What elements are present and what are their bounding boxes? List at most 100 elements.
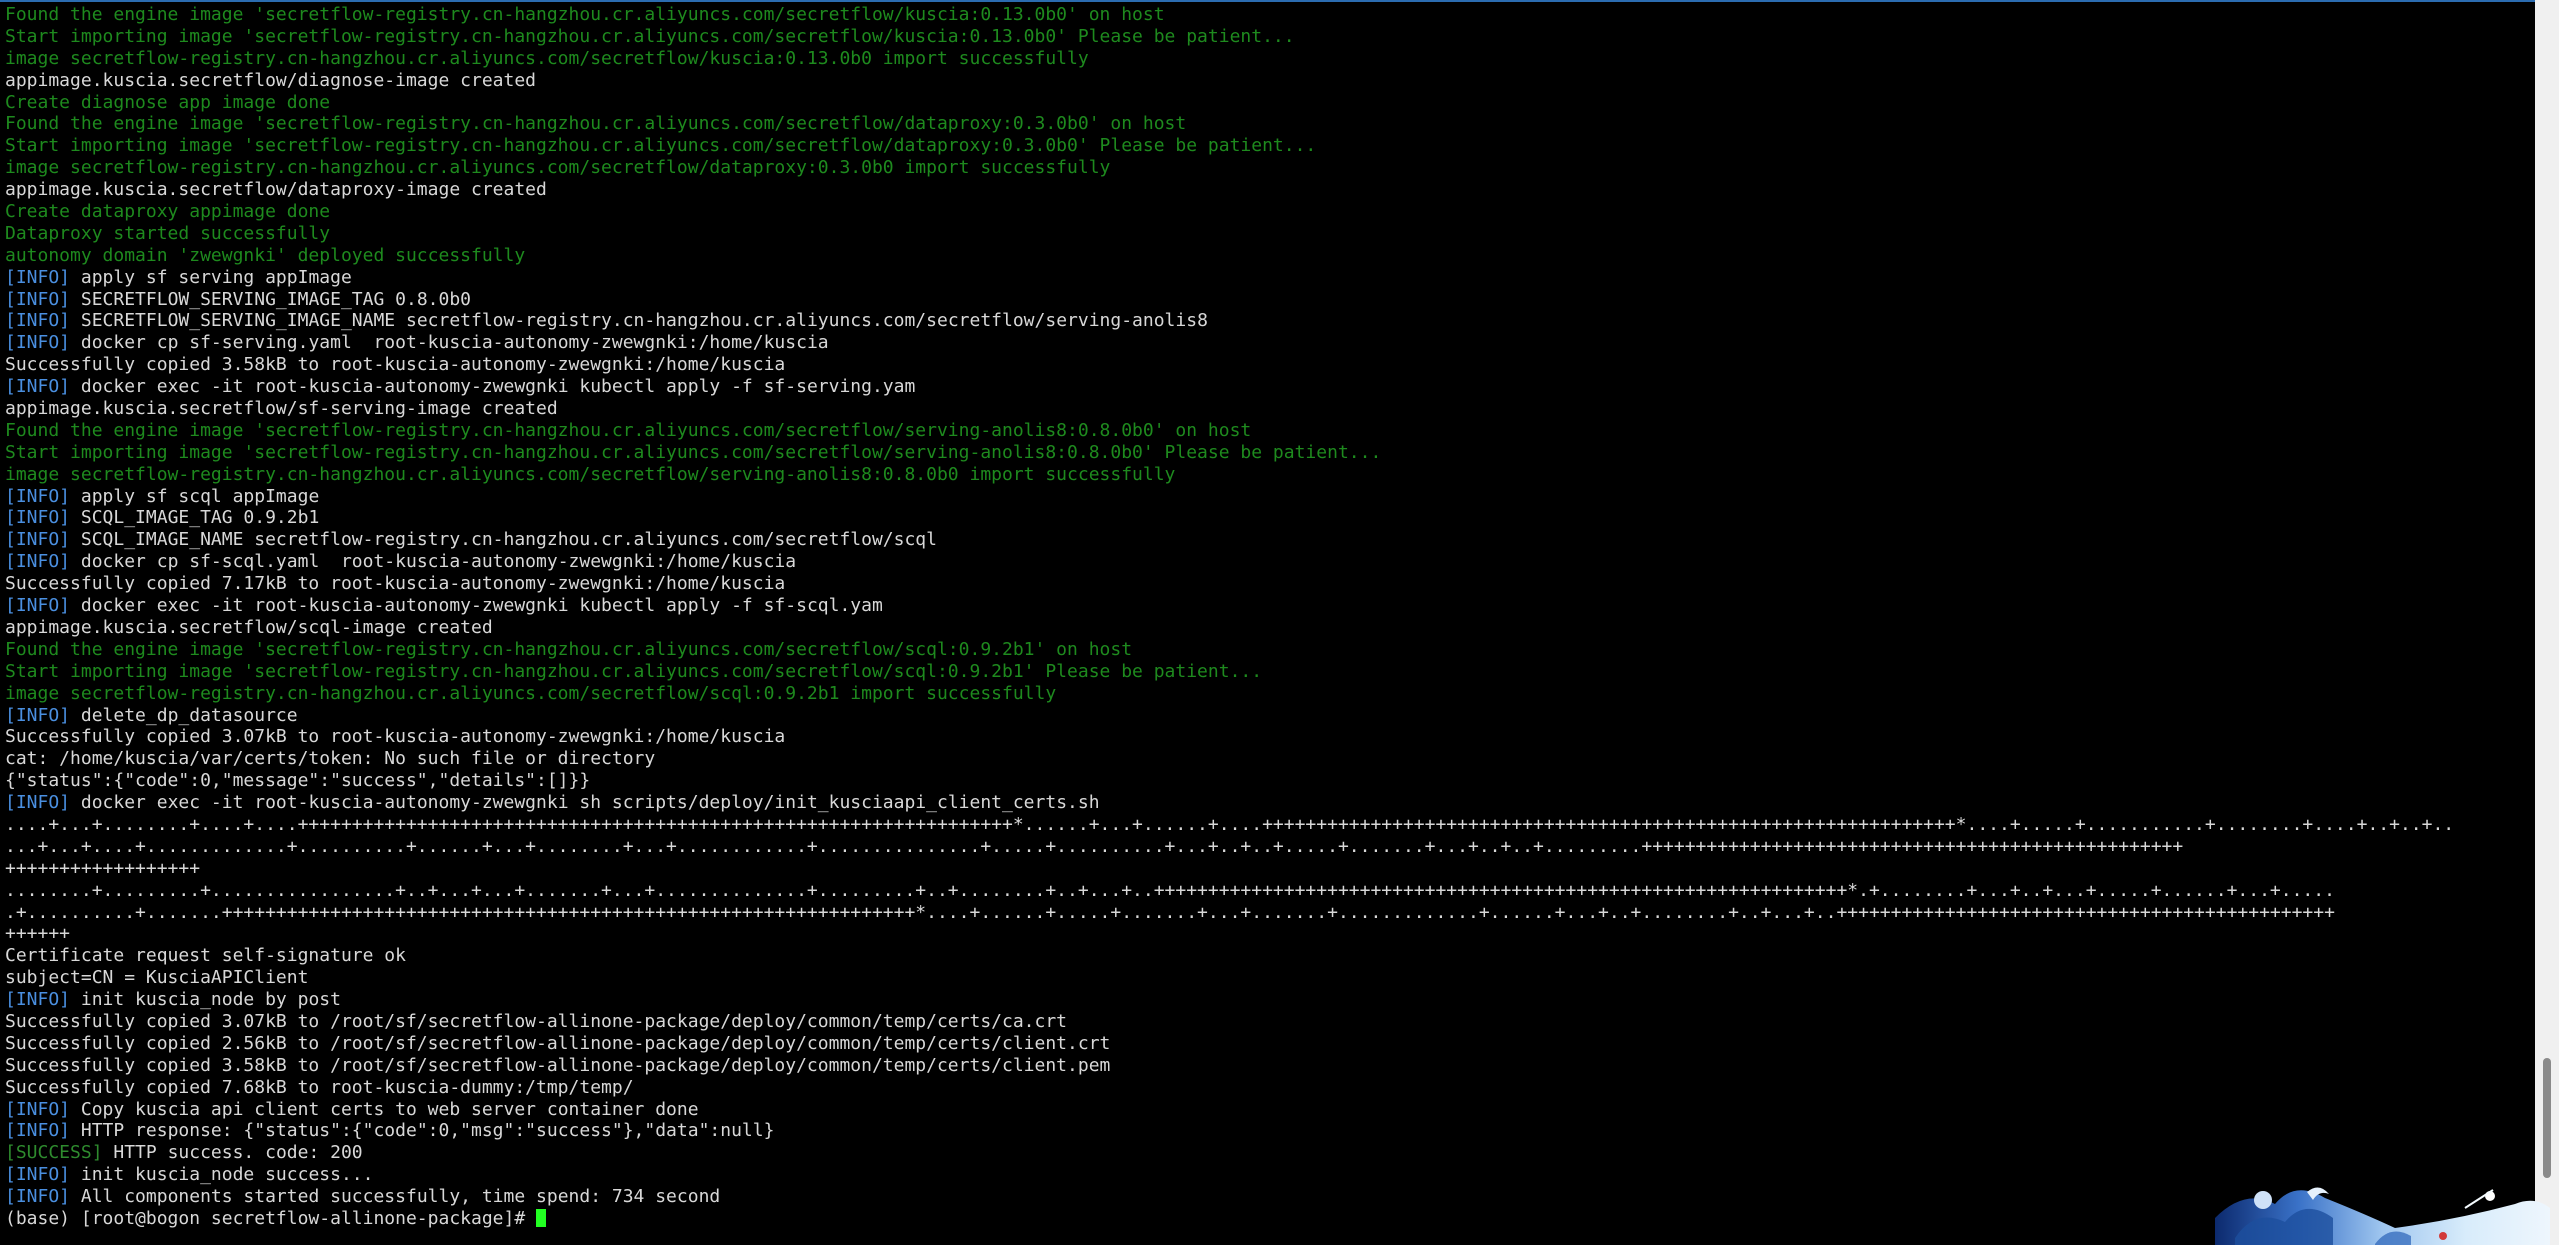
terminal-line: image secretflow-registry.cn-hangzhou.cr… bbox=[5, 48, 2530, 70]
line-text: .+..........+.......++++++++++++++++++++… bbox=[5, 901, 2335, 923]
terminal-line: [INFO] docker exec -it root-kuscia-auton… bbox=[5, 376, 2530, 398]
terminal-line: Successfully copied 7.68kB to root-kusci… bbox=[5, 1077, 2530, 1099]
terminal-line: image secretflow-registry.cn-hangzhou.cr… bbox=[5, 464, 2530, 486]
terminal-line: appimage.kuscia.secretflow/dataproxy-ima… bbox=[5, 179, 2530, 201]
line-text: image secretflow-registry.cn-hangzhou.cr… bbox=[5, 47, 1089, 69]
terminal-line: Found the engine image 'secretflow-regis… bbox=[5, 639, 2530, 661]
log-level-tag: [INFO] bbox=[5, 595, 71, 617]
line-text: Successfully copied 3.07kB to /root/sf/s… bbox=[5, 1010, 1068, 1032]
log-level-tag: [INFO] bbox=[5, 507, 71, 529]
log-level-tag: [SUCCESS] bbox=[5, 1142, 103, 1164]
scrollbar-thumb[interactable] bbox=[2543, 1058, 2551, 1178]
log-level-tag: [INFO] bbox=[5, 266, 71, 288]
line-text: Found the engine image 'secretflow-regis… bbox=[5, 419, 1252, 441]
line-text: Copy kuscia api client certs to web serv… bbox=[70, 1098, 699, 1120]
terminal-line: image secretflow-registry.cn-hangzhou.cr… bbox=[5, 683, 2530, 705]
terminal-line: Successfully copied 3.58kB to /root/sf/s… bbox=[5, 1055, 2530, 1077]
log-level-tag: [INFO] bbox=[5, 288, 71, 310]
line-text: ...+...+....+.............+..........+..… bbox=[5, 835, 2184, 857]
terminal-line: [INFO] delete_dp_datasource bbox=[5, 705, 2530, 727]
line-text: init kuscia_node success... bbox=[70, 1164, 374, 1186]
log-level-tag: [INFO] bbox=[5, 376, 71, 398]
line-text: apply sf scql appImage bbox=[70, 485, 320, 507]
terminal-line: ....+...+........+....+....+++++++++++++… bbox=[5, 814, 2530, 836]
line-text: Certificate request self-signature ok bbox=[5, 945, 406, 967]
terminal-line: ++++++++++++++++++ bbox=[5, 858, 2530, 880]
log-level-tag: [INFO] bbox=[5, 529, 71, 551]
terminal-line: [INFO] Copy kuscia api client certs to w… bbox=[5, 1099, 2530, 1121]
terminal-line: [INFO] apply sf scql appImage bbox=[5, 486, 2530, 508]
terminal-line: [INFO] SCQL_IMAGE_TAG 0.9.2b1 bbox=[5, 507, 2530, 529]
terminal-line: subject=CN = KusciaAPIClient bbox=[5, 967, 2530, 989]
vertical-scrollbar[interactable] bbox=[2535, 0, 2559, 1245]
log-level-tag: [INFO] bbox=[5, 989, 71, 1011]
line-text: Successfully copied 7.17kB to root-kusci… bbox=[5, 573, 786, 595]
line-text: All components started successfully, tim… bbox=[70, 1186, 721, 1208]
terminal-line: ...+...+....+.............+..........+..… bbox=[5, 836, 2530, 858]
terminal-line: ++++++ bbox=[5, 923, 2530, 945]
terminal-line: image secretflow-registry.cn-hangzhou.cr… bbox=[5, 157, 2530, 179]
log-level-tag: [INFO] bbox=[5, 1164, 71, 1186]
line-text: Start importing image 'secretflow-regist… bbox=[5, 25, 1295, 47]
line-text: apply sf serving appImage bbox=[70, 266, 352, 288]
line-text: SCQL_IMAGE_TAG 0.9.2b1 bbox=[70, 507, 320, 529]
line-text: image secretflow-registry.cn-hangzhou.cr… bbox=[5, 463, 1176, 485]
line-text: SECRETFLOW_SERVING_IMAGE_TAG 0.8.0b0 bbox=[70, 288, 471, 310]
line-text: Create diagnose app image done bbox=[5, 91, 331, 113]
terminal-line: [INFO] init kuscia_node by post bbox=[5, 989, 2530, 1011]
terminal-line: Found the engine image 'secretflow-regis… bbox=[5, 4, 2530, 26]
shell-prompt: (base) [root@bogon secretflow-allinone-p… bbox=[5, 1207, 537, 1229]
line-text: ........+.........+.................+..+… bbox=[5, 879, 2335, 901]
line-text: Found the engine image 'secretflow-regis… bbox=[5, 638, 1133, 660]
terminal-window[interactable]: Found the engine image 'secretflow-regis… bbox=[0, 0, 2535, 1245]
terminal-line: Successfully copied 3.07kB to /root/sf/s… bbox=[5, 1011, 2530, 1033]
terminal-line: Create diagnose app image done bbox=[5, 92, 2530, 114]
terminal-output: Found the engine image 'secretflow-regis… bbox=[5, 4, 2530, 1230]
log-level-tag: [INFO] bbox=[5, 310, 71, 332]
line-text: HTTP success. code: 200 bbox=[102, 1142, 363, 1164]
terminal-line: [INFO] docker exec -it root-kuscia-auton… bbox=[5, 595, 2530, 617]
terminal-line: ........+.........+.................+..+… bbox=[5, 880, 2530, 902]
log-level-tag: [INFO] bbox=[5, 551, 71, 573]
terminal-line: [INFO] HTTP response: {"status":{"code":… bbox=[5, 1120, 2530, 1142]
line-text: autonomy domain 'zwewgnki' deployed succ… bbox=[5, 244, 526, 266]
terminal-line: Dataproxy started successfully bbox=[5, 223, 2530, 245]
line-text: Start importing image 'secretflow-regist… bbox=[5, 135, 1317, 157]
terminal-line: [INFO] docker exec -it root-kuscia-auton… bbox=[5, 792, 2530, 814]
terminal-line: [INFO] All components started successful… bbox=[5, 1186, 2530, 1208]
line-text: Successfully copied 7.68kB to root-kusci… bbox=[5, 1076, 634, 1098]
line-text: Found the engine image 'secretflow-regis… bbox=[5, 4, 1165, 25]
line-text: Successfully copied 3.58kB to /root/sf/s… bbox=[5, 1054, 1111, 1076]
log-level-tag: [INFO] bbox=[5, 1120, 71, 1142]
log-level-tag: [INFO] bbox=[5, 792, 71, 814]
terminal-line: [INFO] SECRETFLOW_SERVING_IMAGE_TAG 0.8.… bbox=[5, 289, 2530, 311]
line-text: cat: /home/kuscia/var/certs/token: No su… bbox=[5, 748, 656, 770]
line-text: Successfully copied 3.58kB to root-kusci… bbox=[5, 354, 786, 376]
line-text: SCQL_IMAGE_NAME secretflow-registry.cn-h… bbox=[70, 529, 937, 551]
line-text: appimage.kuscia.secretflow/scql-image cr… bbox=[5, 616, 493, 638]
terminal-line: [INFO] apply sf serving appImage bbox=[5, 267, 2530, 289]
line-text: image secretflow-registry.cn-hangzhou.cr… bbox=[5, 682, 1057, 704]
line-text: ++++++ bbox=[5, 923, 71, 945]
log-level-tag: [INFO] bbox=[5, 704, 71, 726]
line-text: appimage.kuscia.secretflow/sf-serving-im… bbox=[5, 398, 558, 420]
terminal-line: appimage.kuscia.secretflow/sf-serving-im… bbox=[5, 398, 2530, 420]
terminal-line: [SUCCESS] HTTP success. code: 200 bbox=[5, 1142, 2530, 1164]
terminal-line: [INFO] docker cp sf-serving.yaml root-ku… bbox=[5, 332, 2530, 354]
terminal-line: [INFO] init kuscia_node success... bbox=[5, 1164, 2530, 1186]
terminal-line: [INFO] SECRETFLOW_SERVING_IMAGE_NAME sec… bbox=[5, 310, 2530, 332]
terminal-line: appimage.kuscia.secretflow/scql-image cr… bbox=[5, 617, 2530, 639]
line-text: HTTP response: {"status":{"code":0,"msg"… bbox=[70, 1120, 775, 1142]
line-text: init kuscia_node by post bbox=[70, 989, 341, 1011]
terminal-line: .+..........+.......++++++++++++++++++++… bbox=[5, 902, 2530, 924]
terminal-line: cat: /home/kuscia/var/certs/token: No su… bbox=[5, 748, 2530, 770]
line-text: appimage.kuscia.secretflow/diagnose-imag… bbox=[5, 69, 537, 91]
text-cursor[interactable] bbox=[536, 1208, 547, 1227]
line-text: {"status":{"code":0,"message":"success",… bbox=[5, 770, 591, 792]
line-text: Successfully copied 3.07kB to root-kusci… bbox=[5, 726, 786, 748]
line-text: Start importing image 'secretflow-regist… bbox=[5, 441, 1382, 463]
log-level-tag: [INFO] bbox=[5, 1186, 71, 1208]
terminal-line: Successfully copied 2.56kB to /root/sf/s… bbox=[5, 1033, 2530, 1055]
line-text: subject=CN = KusciaAPIClient bbox=[5, 967, 309, 989]
line-text: image secretflow-registry.cn-hangzhou.cr… bbox=[5, 157, 1111, 179]
